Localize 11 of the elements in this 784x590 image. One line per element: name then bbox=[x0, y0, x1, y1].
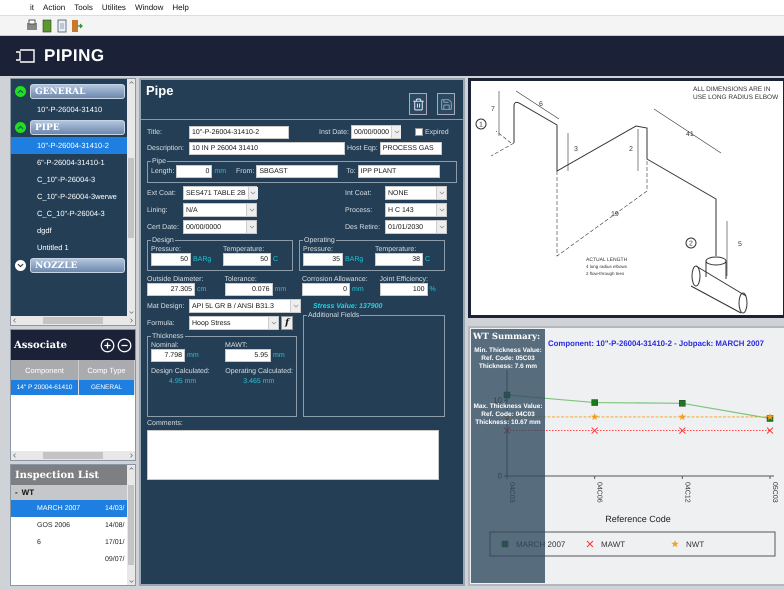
group-label: WT bbox=[22, 488, 34, 497]
summary-title: WT Summary: bbox=[472, 332, 540, 342]
form-title: Pipe bbox=[146, 83, 174, 100]
axis-tick-label: 10 bbox=[493, 396, 502, 405]
legend-label: MAWT bbox=[601, 540, 626, 549]
axis-title: Reference Code bbox=[605, 514, 671, 524]
app-title: PIPING bbox=[44, 46, 105, 66]
panel-title: Inspection List bbox=[11, 465, 127, 485]
legend-label: NWT bbox=[686, 540, 704, 549]
panel-title: Associate bbox=[14, 340, 68, 350]
chart-title: Component: 10"-P-26004-31410-2 - Jobpack: MARCH 2007 bbox=[548, 339, 770, 348]
